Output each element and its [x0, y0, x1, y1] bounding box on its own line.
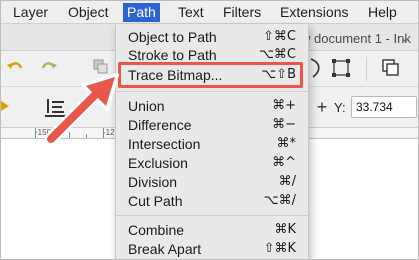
toggle-icon[interactable]	[1, 101, 9, 111]
menu-item-exclusion[interactable]: Exclusion ⌘^	[116, 154, 310, 173]
menu-separator	[116, 91, 310, 92]
app-window: Layer Object Path Text Filters Extension…	[0, 0, 419, 260]
menu-item-difference[interactable]: Difference ⌘−	[116, 116, 310, 135]
trace-bitmap-highlight	[118, 62, 303, 88]
path-menu-dropdown: Object to Path ⇧⌘C Stroke to Path ⌥⌘C Tr…	[115, 24, 310, 259]
menubar: Layer Object Path Text Filters Extension…	[1, 1, 418, 24]
menu-item-division[interactable]: Division ⌘/	[116, 173, 310, 192]
undo-icon[interactable]	[5, 58, 25, 78]
chevron-down-icon[interactable]: ⌄	[399, 28, 412, 46]
path-node-icon[interactable]	[309, 57, 323, 79]
menu-text[interactable]: Text	[174, 3, 208, 22]
menu-item-union[interactable]: Union ⌘+	[116, 97, 310, 116]
menu-separator	[116, 215, 310, 216]
menu-item-object-to-path[interactable]: Object to Path ⇧⌘C	[116, 28, 310, 47]
pointer-arrow-icon	[44, 73, 119, 146]
menu-extensions[interactable]: Extensions	[276, 3, 352, 22]
square-icon[interactable]	[381, 58, 401, 78]
menu-object[interactable]: Object	[64, 3, 112, 22]
menu-layer[interactable]: Layer	[9, 3, 52, 22]
window-title: w document 1 - Ink	[301, 31, 411, 46]
toolbar-separator	[366, 57, 367, 81]
menu-item-break-apart[interactable]: Break Apart ⇧⌘K	[116, 240, 310, 259]
increment-button[interactable]: +	[314, 96, 330, 118]
menu-path[interactable]: Path	[123, 3, 160, 22]
menu-help[interactable]: Help	[364, 3, 401, 22]
y-label: Y:	[334, 100, 346, 115]
y-input[interactable]: 33.734	[351, 96, 417, 118]
menu-item-combine[interactable]: Combine ⌘K	[116, 221, 310, 240]
menu-item-intersection[interactable]: Intersection ⌘*	[116, 135, 310, 154]
menu-filters[interactable]: Filters	[219, 3, 265, 22]
ruler-tick	[35, 128, 36, 138]
menu-item-cut-path[interactable]: Cut Path ⌥⌘/	[116, 192, 310, 211]
bounding-box-icon[interactable]	[331, 58, 351, 78]
